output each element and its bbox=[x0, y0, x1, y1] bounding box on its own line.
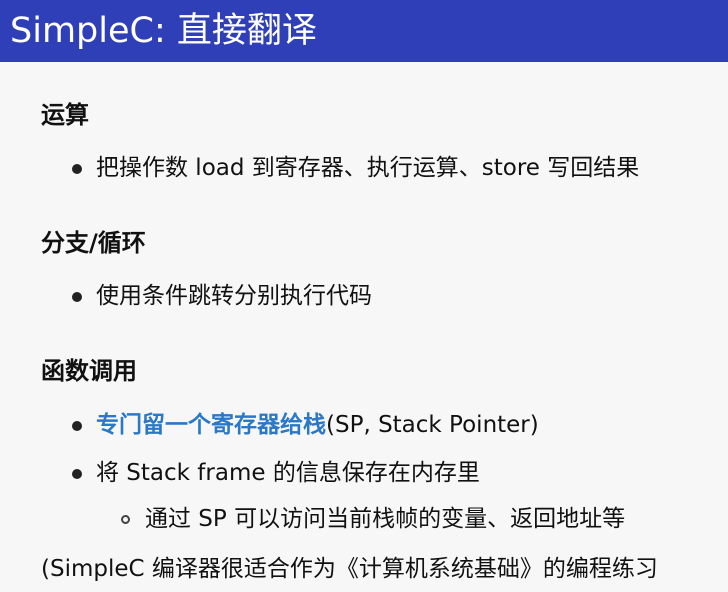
slide-content: 运算 把操作数 load 到寄存器、执行运算、store 写回结果 分支/循环 … bbox=[0, 62, 728, 592]
subbullet-sp-access-text: 通过 SP 可以访问当前栈帧的变量、返回地址等 bbox=[145, 506, 626, 532]
bullet-operations-text: 把操作数 load 到寄存器、执行运算、store 写回结果 bbox=[96, 155, 640, 181]
stack-register-emphasis: 专门留一个寄存器给栈 bbox=[96, 412, 326, 438]
footer-note: (SimpleC 编译器很适合作为《计算机系统基础》的编程练习 bbox=[41, 556, 658, 582]
slide-title: SimpleC: 直接翻译 bbox=[10, 10, 317, 51]
stack-register-text: (SP, Stack Pointer) bbox=[326, 412, 539, 438]
bullet-circle-icon bbox=[121, 515, 130, 524]
section-heading-operations: 运算 bbox=[41, 101, 89, 129]
bullet-dot-icon bbox=[72, 163, 82, 174]
bullet-dot-icon bbox=[72, 420, 82, 431]
bullet-branch-loop-text: 使用条件跳转分别执行代码 bbox=[96, 283, 372, 309]
bullet-dot-icon bbox=[72, 291, 82, 302]
subbullet-sp-access: 通过 SP 可以访问当前栈帧的变量、返回地址等 bbox=[121, 508, 625, 531]
bullet-stack-register: 专门留一个寄存器给栈 (SP, Stack Pointer) bbox=[72, 414, 539, 437]
bullet-stack-frame-text: 将 Stack frame 的信息保存在内存里 bbox=[96, 460, 480, 486]
bullet-dot-icon bbox=[72, 468, 82, 479]
title-bar: SimpleC: 直接翻译 bbox=[0, 0, 728, 62]
bullet-operations: 把操作数 load 到寄存器、执行运算、store 写回结果 bbox=[72, 157, 639, 180]
section-heading-branch-loop: 分支/循环 bbox=[41, 229, 146, 257]
section-heading-function-call: 函数调用 bbox=[41, 357, 137, 385]
bullet-branch-loop: 使用条件跳转分别执行代码 bbox=[72, 285, 372, 308]
bullet-stack-frame: 将 Stack frame 的信息保存在内存里 bbox=[72, 462, 480, 485]
